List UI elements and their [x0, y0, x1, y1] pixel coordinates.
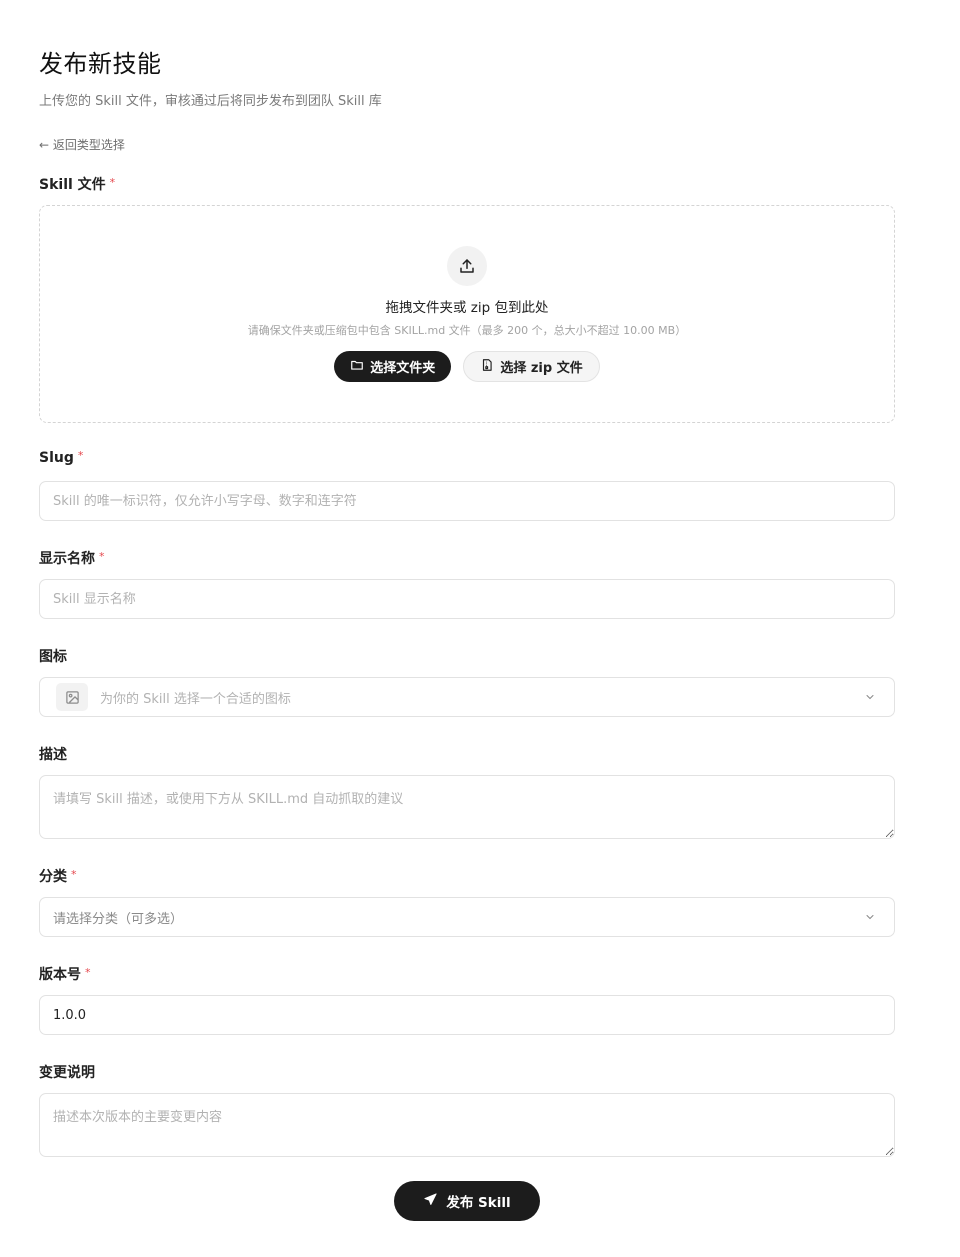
- version-input[interactable]: [39, 995, 895, 1035]
- page-subtitle: 上传您的 Skill 文件，审核通过后将同步发布到团队 Skill 库: [39, 94, 382, 109]
- category-label: 分类 *: [39, 866, 77, 886]
- category-label-text: 分类: [39, 869, 67, 885]
- skill-file-label: Skill 文件 *: [39, 174, 115, 194]
- back-to-type-select-link[interactable]: ← 返回类型选择: [39, 136, 125, 153]
- category-select[interactable]: 请选择分类（可多选）: [39, 897, 895, 937]
- chevron-down-icon: [866, 915, 874, 920]
- select-zip-label: 选择 zip 文件: [500, 361, 583, 376]
- zip-file-icon: [480, 358, 494, 376]
- icon-select[interactable]: 为你的 Skill 选择一个合适的图标: [39, 677, 895, 717]
- upload-button-row: 选择文件夹 选择 zip 文件: [40, 351, 894, 382]
- publish-skill-label: 发布 Skill: [446, 1195, 511, 1211]
- changelog-textarea[interactable]: [39, 1093, 895, 1157]
- required-mark: *: [99, 550, 105, 563]
- skill-file-label-text: Skill 文件: [39, 177, 106, 193]
- required-mark: *: [109, 176, 116, 189]
- icon-label: 图标: [39, 649, 67, 665]
- folder-icon: [350, 358, 364, 376]
- select-zip-button[interactable]: 选择 zip 文件: [463, 351, 600, 382]
- changelog-label: 变更说明: [39, 1065, 95, 1081]
- slug-label-text: Slug: [39, 450, 74, 466]
- send-icon: [423, 1192, 438, 1211]
- select-folder-label: 选择文件夹: [370, 361, 436, 376]
- publish-skill-page: 发布新技能 上传您的 Skill 文件，审核通过后将同步发布到团队 Skill …: [0, 0, 960, 1257]
- publish-skill-button[interactable]: 发布 Skill: [394, 1181, 540, 1221]
- required-mark: *: [77, 449, 84, 462]
- description-textarea[interactable]: [39, 775, 895, 839]
- required-mark: *: [71, 868, 77, 881]
- display-name-label-text: 显示名称: [39, 551, 95, 567]
- version-label-text: 版本号: [39, 967, 81, 983]
- version-label: 版本号 *: [39, 964, 91, 984]
- image-icon: [56, 683, 88, 711]
- display-name-input[interactable]: [39, 579, 895, 619]
- page-title: 发布新技能: [39, 50, 162, 78]
- upload-icon: [447, 246, 487, 286]
- category-select-placeholder: 请选择分类（可多选）: [53, 911, 184, 927]
- dropzone-hint: 请确保文件夹或压缩包中包含 SKILL.md 文件（最多 200 个，总大小不超…: [247, 324, 687, 337]
- chevron-down-icon: [866, 695, 874, 700]
- slug-label: Slug *: [39, 449, 84, 466]
- required-mark: *: [85, 966, 91, 979]
- icon-select-placeholder: 为你的 Skill 选择一个合适的图标: [100, 691, 291, 707]
- slug-input[interactable]: [39, 481, 895, 521]
- dropzone-title: 拖拽文件夹或 zip 包到此处: [385, 300, 549, 316]
- description-label: 描述: [39, 747, 67, 763]
- display-name-label: 显示名称 *: [39, 548, 105, 568]
- file-dropzone[interactable]: 拖拽文件夹或 zip 包到此处 请确保文件夹或压缩包中包含 SKILL.md 文…: [39, 205, 895, 423]
- select-folder-button[interactable]: 选择文件夹: [334, 351, 452, 382]
